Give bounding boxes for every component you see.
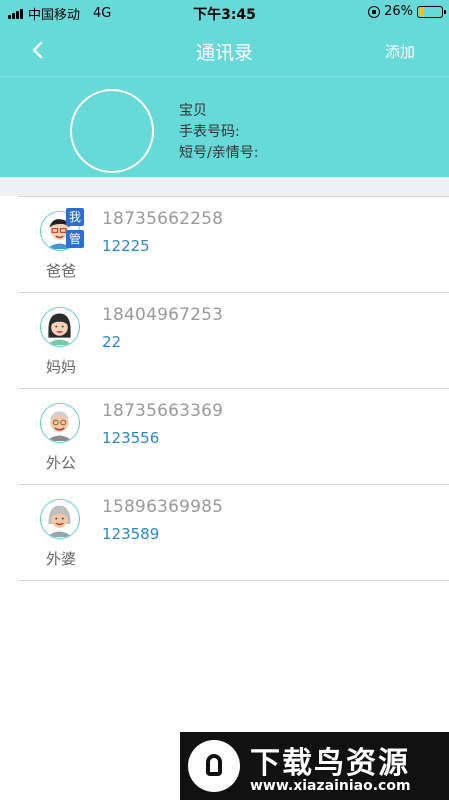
contact-short-number: 22 — [102, 333, 122, 351]
profile-header: 宝贝 手表号码: 短号/亲情号: — [0, 77, 449, 177]
contact-short-number: 123589 — [102, 525, 160, 543]
grandma-avatar-icon — [40, 499, 80, 539]
profile-info: 宝贝 手表号码: 短号/亲情号: — [179, 101, 258, 164]
contact-row[interactable]: 我 管 爸爸 18735662258 12225 — [18, 196, 449, 292]
contact-row[interactable]: 妈妈 18404967253 22 — [18, 292, 449, 388]
contact-name: 爸爸 — [45, 262, 76, 280]
watermark: 下载鸟资源 www.xiazainiao.com — [180, 732, 449, 800]
page-title: 通讯录 — [195, 42, 253, 64]
role-badges: 我 管 — [66, 208, 84, 252]
contact-phone: 18735662258 — [102, 209, 224, 229]
contact-name: 外婆 — [45, 550, 76, 568]
contact-phone: 18404967253 — [102, 305, 224, 325]
contact-short-number: 123556 — [102, 429, 160, 447]
watch-number-label: 手表号码: — [179, 124, 240, 140]
status-bar: 中国移动 4G 下午3:45 26% — [0, 0, 449, 24]
battery-icon — [417, 5, 446, 18]
add-button[interactable]: 添加 — [385, 41, 415, 62]
profile-avatar[interactable] — [70, 89, 154, 173]
watermark-title: 下载鸟资源 — [250, 746, 410, 781]
short-number-label: 短号/亲情号: — [179, 145, 259, 161]
contact-name: 妈妈 — [45, 358, 76, 376]
contact-row[interactable]: 外公 18735663369 123556 — [18, 388, 449, 484]
nav-bar: 通讯录 添加 — [0, 24, 449, 76]
badge-me: 我 — [66, 208, 84, 226]
bird-logo-icon — [188, 740, 240, 792]
contact-short-number: 12225 — [102, 237, 150, 255]
contact-phone: 15896369985 — [102, 497, 224, 517]
contact-name: 外公 — [45, 454, 76, 472]
watermark-url: www.xiazainiao.com — [250, 778, 411, 794]
section-gap — [0, 177, 449, 196]
contact-phone: 18735663369 — [102, 401, 224, 421]
profile-name: 宝贝 — [179, 103, 207, 119]
grandpa-avatar-icon — [40, 403, 80, 443]
mom-avatar-icon — [40, 307, 80, 347]
status-bar-right: 26% — [368, 4, 446, 19]
contact-row[interactable]: 外婆 15896369985 123589 — [18, 484, 449, 581]
contact-list: 我 管 爸爸 18735662258 12225 妈妈 18404967253 … — [0, 196, 449, 581]
badge-admin: 管 — [66, 230, 84, 248]
battery-percent: 26% — [384, 4, 413, 19]
rotation-lock-icon — [368, 5, 381, 18]
